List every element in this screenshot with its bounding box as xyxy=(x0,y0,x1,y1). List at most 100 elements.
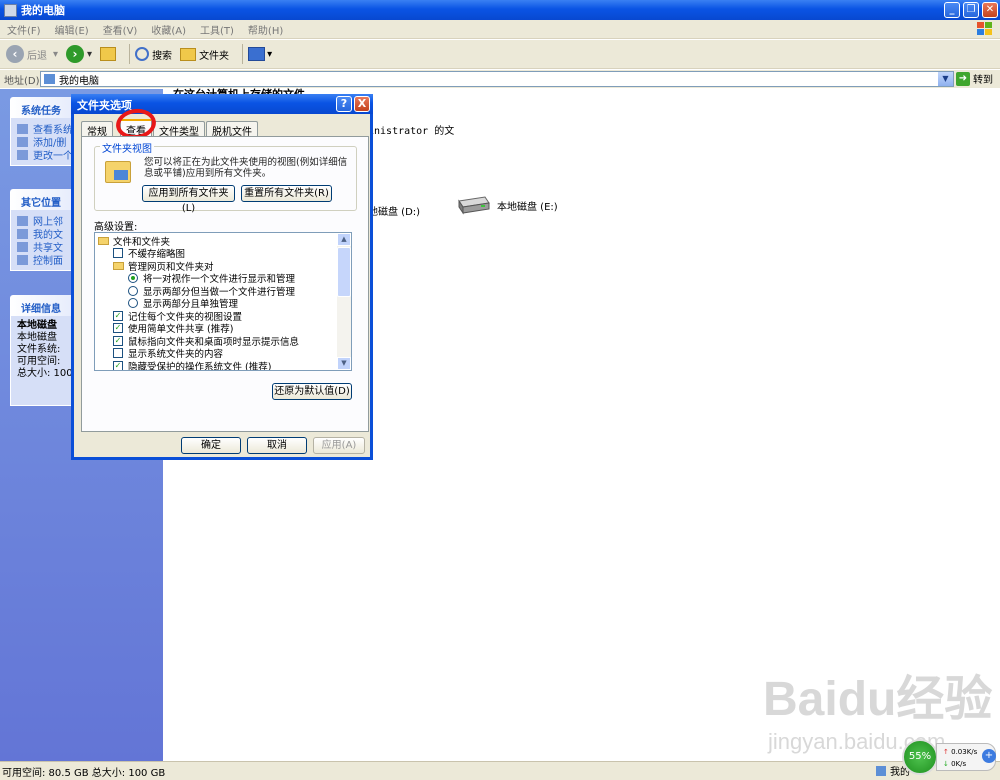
address-bar: 地址(D) 我的电脑 ▼ ➜ 转到 xyxy=(0,70,1000,88)
go-arrow-icon: ➜ xyxy=(956,71,970,86)
folder-icon xyxy=(17,228,28,239)
view-tab-panel: 文件夹视图 您可以将正在为此文件夹使用的视图(例如详细信息或平铺)应用到所有文件… xyxy=(81,136,369,432)
scroll-down-button[interactable]: ▼ xyxy=(337,357,351,370)
cancel-button[interactable]: 取消 xyxy=(247,437,307,454)
download-speed: 0K/s xyxy=(951,760,967,768)
advanced-settings-list[interactable]: 文件和文件夹 不缓存缩略图 管理网页和文件夹对 将一对视作一个文件进行显示和管理… xyxy=(94,232,352,371)
hard-drive-icon xyxy=(458,196,490,215)
drive-e-label: 本地磁盘 (E:) xyxy=(497,201,558,213)
back-dropdown-icon: ▾ xyxy=(53,48,59,60)
views-button[interactable]: ▾ xyxy=(248,47,272,61)
menu-edit[interactable]: 编辑(E) xyxy=(48,22,96,37)
address-dropdown-button[interactable]: ▼ xyxy=(938,72,953,86)
up-folder-icon xyxy=(100,47,117,61)
checkbox-checked[interactable]: ✓ xyxy=(113,361,123,370)
dialog-close-button[interactable]: X xyxy=(354,96,370,112)
tab-offline-files[interactable]: 脱机文件 xyxy=(206,121,258,138)
drive-d-label[interactable]: 地磁盘 (D:) xyxy=(368,203,420,218)
folder-views-group: 文件夹视图 您可以将正在为此文件夹使用的视图(例如详细信息或平铺)应用到所有文件… xyxy=(94,140,357,214)
checkbox-unchecked[interactable] xyxy=(113,248,123,258)
ok-button[interactable]: 确定 xyxy=(181,437,241,454)
my-computer-icon xyxy=(44,74,55,84)
restore-defaults-button[interactable]: 还原为默认值(D) xyxy=(272,383,352,400)
menu-tools[interactable]: 工具(T) xyxy=(193,22,241,37)
checkbox-unchecked[interactable] xyxy=(113,348,123,358)
menu-help[interactable]: 帮助(H) xyxy=(241,22,290,37)
back-button[interactable]: ‹ 后退 ▾ xyxy=(6,45,58,63)
tab-file-types[interactable]: 文件类型 xyxy=(153,121,205,138)
accelerate-icon[interactable]: + xyxy=(982,749,996,763)
apply-button[interactable]: 应用(A) xyxy=(313,437,365,454)
folders-icon xyxy=(180,47,197,61)
my-computer-icon xyxy=(876,765,886,776)
forward-button[interactable]: › ▾ xyxy=(66,45,92,63)
scroll-up-button[interactable]: ▲ xyxy=(337,233,351,246)
checkbox-checked[interactable]: ✓ xyxy=(113,311,123,321)
radio-selected[interactable] xyxy=(128,273,138,283)
menu-view[interactable]: 查看(V) xyxy=(96,22,145,37)
folders-label: 文件夹 xyxy=(199,50,230,62)
toolbar-separator xyxy=(129,44,131,64)
add-remove-icon xyxy=(17,136,28,147)
dialog-help-button[interactable]: ? xyxy=(336,96,352,112)
toolbar-separator xyxy=(242,44,244,64)
back-arrow-icon: ‹ xyxy=(6,45,24,63)
address-input[interactable]: 我的电脑 ▼ xyxy=(40,71,954,87)
maximize-button[interactable]: ❐ xyxy=(963,2,979,18)
status-bar: 可用空间: 80.5 GB 总大小: 100 GB 我的 xyxy=(0,761,1000,780)
tab-general[interactable]: 常规 xyxy=(81,121,113,138)
setting-hide-protected-os-files[interactable]: ✓ 隐藏受保护的操作系统文件 (推荐) xyxy=(113,360,271,370)
search-icon xyxy=(135,47,150,61)
setting-simple-file-sharing[interactable]: ✓ 使用简单文件共享 (推荐) xyxy=(113,322,233,335)
baidu-jingyan-watermark: Baidu经验 xyxy=(763,673,993,726)
close-button[interactable]: ✕ xyxy=(982,2,998,18)
up-folder-button[interactable] xyxy=(100,47,117,61)
go-label: 转到 xyxy=(973,75,993,86)
menu-favorites[interactable]: 收藏(A) xyxy=(144,22,193,37)
folder-views-description: 您可以将正在为此文件夹使用的视图(例如详细信息或平铺)应用到所有文件夹。 xyxy=(144,157,348,179)
toolbar: ‹ 后退 ▾ › ▾ 搜索 文件夹 ▾ xyxy=(0,40,1000,69)
window-title: 我的电脑 xyxy=(21,4,65,17)
address-value: 我的电脑 xyxy=(59,75,99,87)
reset-all-folders-button[interactable]: 重置所有文件夹(R) xyxy=(241,185,332,202)
network-icon xyxy=(17,215,28,226)
folders-button[interactable]: 文件夹 xyxy=(180,47,229,62)
dialog-tabs: 常规 查看 文件类型 脱机文件 xyxy=(81,119,259,138)
admin-documents-label[interactable]: inistrator 的文 xyxy=(368,122,454,137)
settings-scrollbar[interactable]: ▲ ▼ xyxy=(337,233,351,370)
status-disk-space: 可用空间: 80.5 GB 总大小: 100 GB xyxy=(2,767,166,779)
checkbox-checked[interactable]: ✓ xyxy=(113,336,123,346)
upload-speed: 0.03K/s xyxy=(951,748,978,756)
search-label: 搜索 xyxy=(152,50,173,62)
network-speed-widget[interactable]: 55% ↑ 0.03K/s ↓ 0K/s + xyxy=(902,739,998,777)
dialog-title: 文件夹选项 xyxy=(71,94,373,114)
radio-unselected[interactable] xyxy=(128,286,138,296)
folder-icon xyxy=(113,262,124,270)
folder-view-icon xyxy=(105,161,131,183)
forward-dropdown-icon: ▾ xyxy=(87,48,93,60)
control-panel-icon xyxy=(17,149,28,160)
menu-file[interactable]: 文件(F) xyxy=(0,22,48,37)
download-arrow-icon: ↓ xyxy=(943,760,949,768)
setting-show-as-single-file[interactable]: 将一对视作一个文件进行显示和管理 xyxy=(128,272,295,285)
setting-show-system-folder-contents[interactable]: 显示系统文件夹的内容 xyxy=(113,347,223,360)
go-button[interactable]: ➜ 转到 xyxy=(956,71,993,86)
views-dropdown-icon: ▾ xyxy=(267,48,273,60)
scroll-thumb[interactable] xyxy=(337,247,351,297)
drive-e-item[interactable]: 本地磁盘 (E:) xyxy=(455,195,558,215)
memory-percent: 55% xyxy=(902,739,938,775)
apply-to-all-folders-button[interactable]: 应用到所有文件夹(L) xyxy=(142,185,235,214)
folder-views-legend: 文件夹视图 xyxy=(100,140,154,155)
setting-show-both-manage-separately[interactable]: 显示两部分且单独管理 xyxy=(128,297,238,310)
folder-icon xyxy=(17,241,28,252)
radio-unselected[interactable] xyxy=(128,298,138,308)
system-info-icon xyxy=(17,123,28,134)
views-icon xyxy=(248,47,266,61)
minimize-button[interactable]: _ xyxy=(944,2,960,18)
menu-bar: 文件(F) 编辑(E) 查看(V) 收藏(A) 工具(T) 帮助(H) xyxy=(0,20,1000,39)
search-button[interactable]: 搜索 xyxy=(135,47,172,62)
checkbox-checked[interactable]: ✓ xyxy=(113,323,123,333)
advanced-settings-label: 高级设置: xyxy=(94,222,138,233)
setting-no-cache-thumbnails[interactable]: 不缓存缩略图 xyxy=(113,247,185,260)
back-label: 后退 xyxy=(27,50,47,62)
